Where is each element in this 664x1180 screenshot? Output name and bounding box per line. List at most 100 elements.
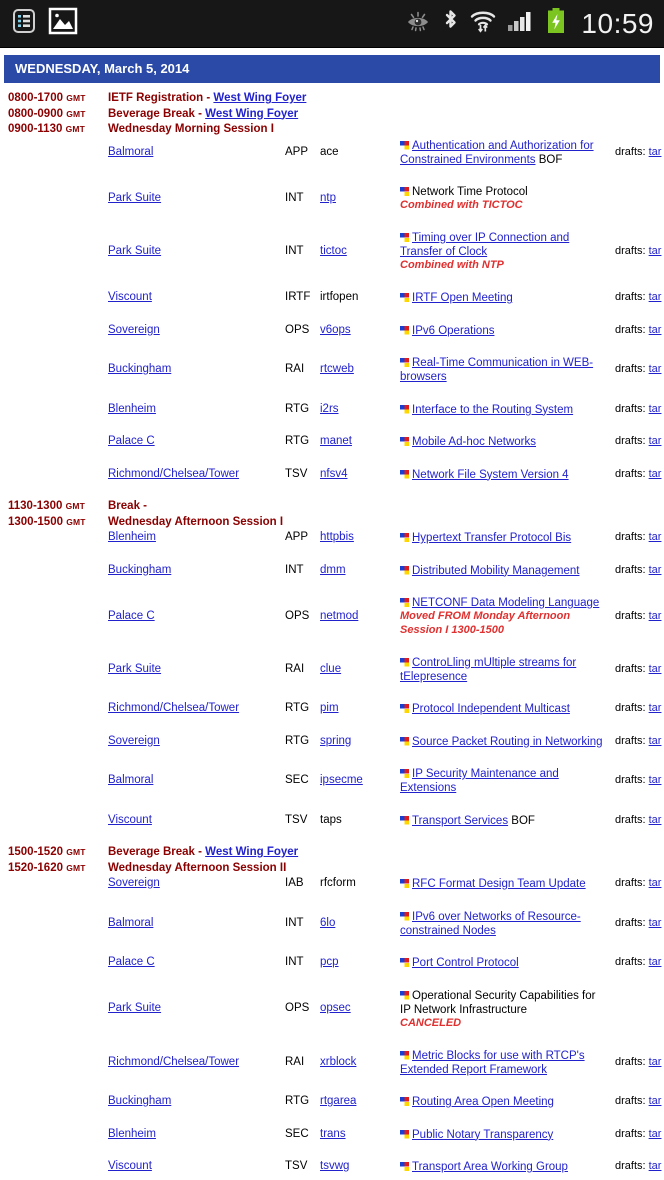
room-link[interactable]: Richmond/Chelsea/Tower: [108, 1056, 239, 1068]
group-acronym-link[interactable]: netmod: [320, 610, 358, 622]
room-link[interactable]: Balmoral: [108, 917, 153, 929]
room-link[interactable]: Balmoral: [108, 774, 153, 786]
room-link[interactable]: Palace C: [108, 435, 155, 447]
drafts-tarball-link[interactable]: tar: [649, 146, 662, 158]
drafts-tarball-link[interactable]: tar: [649, 917, 662, 929]
drafts-tarball-link[interactable]: tar: [649, 468, 662, 480]
drafts-tarball-link[interactable]: tar: [649, 877, 662, 889]
session-title-link[interactable]: IP Security Maintenance and Extensions: [400, 768, 559, 794]
room-link[interactable]: Balmoral: [108, 146, 153, 158]
drafts-tarball-link[interactable]: tar: [649, 435, 662, 447]
room-link[interactable]: Palace C: [108, 956, 155, 968]
session-title-link[interactable]: Transport Area Working Group: [412, 1161, 568, 1173]
room-link[interactable]: Viscount: [108, 814, 152, 826]
venue-link[interactable]: West Wing Foyer: [213, 92, 306, 104]
room-link[interactable]: Blenheim: [108, 531, 156, 543]
drafts-tarball-link[interactable]: tar: [649, 531, 662, 543]
room-link[interactable]: Blenheim: [108, 1128, 156, 1140]
group-acronym-link[interactable]: xrblock: [320, 1056, 356, 1068]
drafts-cell: drafts: tar: [615, 609, 662, 622]
group-acronym-link[interactable]: spring: [320, 735, 351, 747]
session-title-link[interactable]: Authentication and Authorization for Con…: [400, 140, 594, 166]
group-acronym-link[interactable]: pcp: [320, 956, 339, 968]
drafts-tarball-link[interactable]: tar: [649, 324, 662, 336]
session-title-link[interactable]: Protocol Independent Multicast: [412, 703, 570, 715]
group-acronym-link[interactable]: pim: [320, 702, 339, 714]
room-link[interactable]: Palace C: [108, 610, 155, 622]
venue-link[interactable]: West Wing Foyer: [205, 846, 298, 858]
room-link[interactable]: Buckingham: [108, 564, 171, 576]
session-title-link[interactable]: Timing over IP Connection and Transfer o…: [400, 232, 569, 258]
drafts-tarball-link[interactable]: tar: [649, 1056, 662, 1068]
session-title-link[interactable]: ControLling mUltiple streams for tElepre…: [400, 657, 576, 683]
group-acronym-link[interactable]: ipsecme: [320, 774, 363, 786]
room-link[interactable]: Viscount: [108, 1160, 152, 1172]
session-title-link[interactable]: Public Notary Transparency: [412, 1129, 553, 1141]
room-link[interactable]: Park Suite: [108, 663, 161, 675]
session-title-link[interactable]: Network File System Version 4: [412, 469, 569, 481]
session-title-link[interactable]: Routing Area Open Meeting: [412, 1096, 554, 1108]
drafts-tarball-link[interactable]: tar: [649, 1160, 662, 1172]
drafts-tarball-link[interactable]: tar: [649, 1095, 662, 1107]
session-title-link[interactable]: Hypertext Transfer Protocol Bis: [412, 532, 571, 544]
room-link[interactable]: Buckingham: [108, 363, 171, 375]
session-title-link[interactable]: Transport Services: [412, 815, 508, 827]
drafts-tarball-link[interactable]: tar: [649, 956, 662, 968]
drafts-tarball-link[interactable]: tar: [649, 1128, 662, 1140]
session-title-cell: Real-Time Communication in WEB-browsers: [400, 356, 605, 384]
venue-link[interactable]: West Wing Foyer: [205, 108, 298, 120]
group-acronym-link[interactable]: ntp: [320, 192, 336, 204]
room-link[interactable]: Buckingham: [108, 1095, 171, 1107]
gallery-image-icon[interactable]: [48, 7, 78, 40]
group-acronym-link[interactable]: nfsv4: [320, 468, 348, 480]
group-acronym-link[interactable]: clue: [320, 663, 341, 675]
session-title-link[interactable]: IPv6 Operations: [412, 325, 494, 337]
group-acronym-link[interactable]: tictoc: [320, 245, 347, 257]
room-link[interactable]: Blenheim: [108, 403, 156, 415]
drafts-tarball-link[interactable]: tar: [649, 663, 662, 675]
ietf-agenda-icon: [400, 140, 409, 150]
drafts-tarball-link[interactable]: tar: [649, 245, 662, 257]
group-acronym-link[interactable]: rtgarea: [320, 1095, 356, 1107]
room-link[interactable]: Sovereign: [108, 877, 160, 889]
app-list-icon[interactable]: [12, 8, 36, 39]
session-title-link[interactable]: Port Control Protocol: [412, 957, 519, 969]
group-acronym-link[interactable]: dmm: [320, 564, 346, 576]
room-link[interactable]: Viscount: [108, 291, 152, 303]
session-title-link[interactable]: Metric Blocks for use with RTCP's Extend…: [400, 1050, 585, 1076]
drafts-tarball-link[interactable]: tar: [649, 403, 662, 415]
room-link[interactable]: Richmond/Chelsea/Tower: [108, 468, 239, 480]
group-acronym-link[interactable]: opsec: [320, 1002, 351, 1014]
session-title-link[interactable]: NETCONF Data Modeling Language: [412, 597, 599, 609]
group-acronym-link[interactable]: trans: [320, 1128, 346, 1140]
room-link[interactable]: Park Suite: [108, 245, 161, 257]
drafts-tarball-link[interactable]: tar: [649, 735, 662, 747]
session-title-link[interactable]: IPv6 over Networks of Resource-constrain…: [400, 911, 581, 937]
group-acronym-link[interactable]: rtcweb: [320, 363, 354, 375]
drafts-tarball-link[interactable]: tar: [649, 564, 662, 576]
room-link[interactable]: Richmond/Chelsea/Tower: [108, 702, 239, 714]
session-title-link[interactable]: RFC Format Design Team Update: [412, 878, 586, 890]
drafts-tarball-link[interactable]: tar: [649, 814, 662, 826]
room-link[interactable]: Sovereign: [108, 735, 160, 747]
room-link[interactable]: Sovereign: [108, 324, 160, 336]
drafts-tarball-link[interactable]: tar: [649, 774, 662, 786]
group-acronym-link[interactable]: i2rs: [320, 403, 339, 415]
drafts-tarball-link[interactable]: tar: [649, 291, 662, 303]
group-acronym-link[interactable]: manet: [320, 435, 352, 447]
session-title-link[interactable]: Mobile Ad-hoc Networks: [412, 436, 536, 448]
session-title-link[interactable]: Distributed Mobility Management: [412, 565, 579, 577]
group-acronym-link[interactable]: v6ops: [320, 324, 351, 336]
session-title-link[interactable]: IRTF Open Meeting: [412, 292, 513, 304]
drafts-tarball-link[interactable]: tar: [649, 610, 662, 622]
room-link[interactable]: Park Suite: [108, 192, 161, 204]
group-acronym-link[interactable]: tsvwg: [320, 1160, 349, 1172]
session-title-link[interactable]: Interface to the Routing System: [412, 404, 573, 416]
drafts-tarball-link[interactable]: tar: [649, 363, 662, 375]
room-link[interactable]: Park Suite: [108, 1002, 161, 1014]
group-acronym-link[interactable]: httpbis: [320, 531, 354, 543]
group-acronym-link[interactable]: 6lo: [320, 917, 335, 929]
session-title-link[interactable]: Real-Time Communication in WEB-browsers: [400, 357, 593, 383]
session-title-link[interactable]: Source Packet Routing in Networking: [412, 736, 603, 748]
drafts-tarball-link[interactable]: tar: [649, 702, 662, 714]
